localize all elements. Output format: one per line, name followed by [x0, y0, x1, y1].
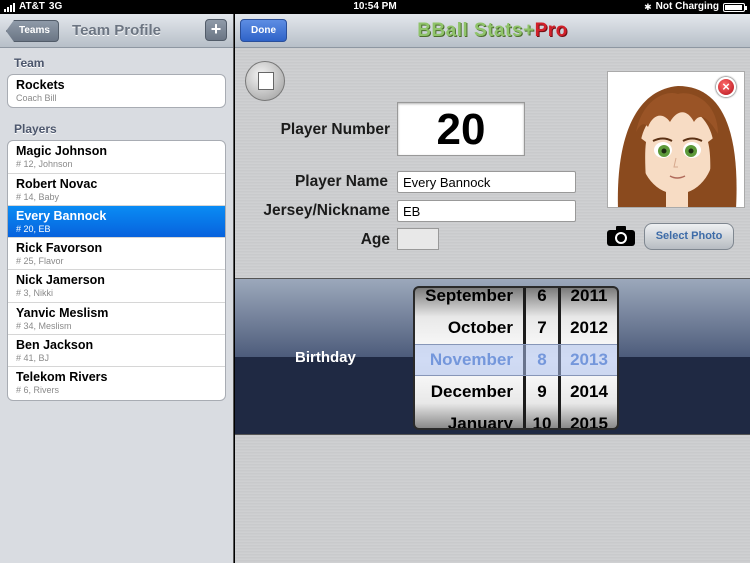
year-option[interactable]: 2014 [561, 376, 617, 408]
battery-icon [723, 2, 747, 12]
player-name: Yanvic Meslism [16, 305, 109, 320]
player-name: Magic Johnson [16, 144, 107, 159]
team-profile-pane: Teams Team Profile + Team Rockets Coach … [0, 14, 234, 563]
month-option[interactable]: October [415, 312, 523, 344]
coach-name: Coach Bill [16, 93, 57, 103]
clock: 10:54 PM [353, 1, 397, 12]
camera-icon[interactable] [606, 225, 636, 247]
brushed-metal-background [235, 436, 750, 563]
player-row[interactable]: Rick Favorson # 25, Flavor [8, 238, 225, 271]
app-title: BBall Stats+Pro [235, 14, 750, 48]
month-option[interactable]: January [415, 408, 523, 428]
battery-status: ✱ Not Charging [644, 0, 747, 14]
player-name: Rick Favorson [16, 241, 103, 256]
month-option[interactable]: September [415, 288, 523, 312]
player-row[interactable]: Ben Jackson # 41, BJ [8, 335, 225, 368]
player-detail-pane: Done BBall Stats+Pro Player Number 20 Pl… [235, 14, 750, 563]
day-option-selected[interactable]: 8 [526, 344, 558, 376]
app-title-pro: Pro [534, 20, 568, 41]
age-input[interactable] [397, 228, 439, 250]
birthday-label: Birthday [295, 349, 356, 366]
players-section-header: Players [14, 122, 57, 137]
status-bar: AT&T 3G 10:54 PM ✱ Not Charging [0, 0, 750, 14]
day-option[interactable]: 7 [526, 312, 558, 344]
team-group: Rockets Coach Bill [7, 74, 226, 109]
year-wheel[interactable]: 2011 2012 2013 2014 2015 [561, 288, 617, 428]
player-row[interactable]: Telekom Rivers # 6, Rivers [8, 367, 225, 399]
jersey-label: Jersey/Nickname [263, 202, 390, 219]
birthday-picker-band: Birthday September October November Dece… [235, 278, 750, 435]
pane-title: Team Profile [72, 22, 161, 39]
player-number-field[interactable]: 20 [397, 102, 525, 156]
year-option[interactable]: 2012 [561, 312, 617, 344]
team-name: Rockets [16, 78, 65, 92]
left-navbar: Teams Team Profile + [0, 14, 233, 48]
year-option-selected[interactable]: 2013 [561, 344, 617, 376]
right-navbar: Done BBall Stats+Pro [235, 14, 750, 48]
player-name-label: Player Name [294, 173, 388, 190]
month-option-selected[interactable]: November [415, 344, 523, 376]
remove-photo-button[interactable]: × [716, 77, 736, 97]
player-subtitle: # 41, BJ [16, 353, 50, 364]
player-name: Every Bannock [16, 208, 107, 223]
select-photo-button[interactable]: Select Photo [644, 223, 734, 250]
day-option[interactable]: 9 [526, 376, 558, 408]
player-subtitle: # 25, Flavor [16, 256, 64, 267]
charging-label: Not Charging [655, 1, 719, 12]
player-row[interactable]: Magic Johnson # 12, Johnson [8, 141, 225, 174]
day-option[interactable]: 10 [526, 408, 558, 428]
player-subtitle: # 20, EB [16, 223, 51, 234]
player-subtitle: # 12, Johnson [16, 159, 73, 170]
player-name: Ben Jackson [16, 338, 94, 353]
player-subtitle: # 3, Nikki [16, 288, 54, 299]
team-cell[interactable]: Rockets Coach Bill [8, 75, 225, 107]
bluetooth-icon: ✱ [644, 2, 652, 12]
player-subtitle: # 14, Baby [16, 191, 60, 202]
age-label: Age [360, 231, 390, 248]
add-player-button[interactable]: + [205, 19, 227, 41]
players-list: Magic Johnson # 12, Johnson Robert Novac… [7, 140, 226, 401]
year-option[interactable]: 2015 [561, 408, 617, 428]
team-section-header: Team [14, 56, 45, 70]
month-option[interactable]: December [415, 376, 523, 408]
player-subtitle: # 34, Meslism [16, 320, 72, 331]
player-name: Telekom Rivers [16, 370, 108, 385]
player-row-selected[interactable]: Every Bannock # 20, EB [8, 205, 225, 239]
year-option[interactable]: 2011 [561, 288, 617, 312]
date-picker[interactable]: September October November December Janu… [413, 286, 619, 430]
player-subtitle: # 6, Rivers [16, 385, 60, 396]
player-row[interactable]: Yanvic Meslism # 34, Meslism [8, 303, 225, 336]
player-name: Robert Novac [16, 176, 98, 191]
player-name: Nick Jamerson [16, 273, 105, 288]
player-row[interactable]: Nick Jamerson # 3, Nikki [8, 270, 225, 303]
app-title-main: BBall Stats+ [417, 20, 535, 41]
day-option[interactable]: 6 [526, 288, 558, 312]
player-name-input[interactable]: Every Bannock [397, 171, 576, 193]
day-wheel[interactable]: 6 7 8 9 10 [526, 288, 558, 428]
player-row[interactable]: Robert Novac # 14, Baby [8, 174, 225, 206]
month-wheel[interactable]: September October November December Janu… [415, 288, 523, 428]
photo-library-icon[interactable] [245, 61, 285, 101]
player-number-label: Player Number [280, 121, 390, 138]
jersey-input[interactable]: EB [397, 200, 576, 222]
